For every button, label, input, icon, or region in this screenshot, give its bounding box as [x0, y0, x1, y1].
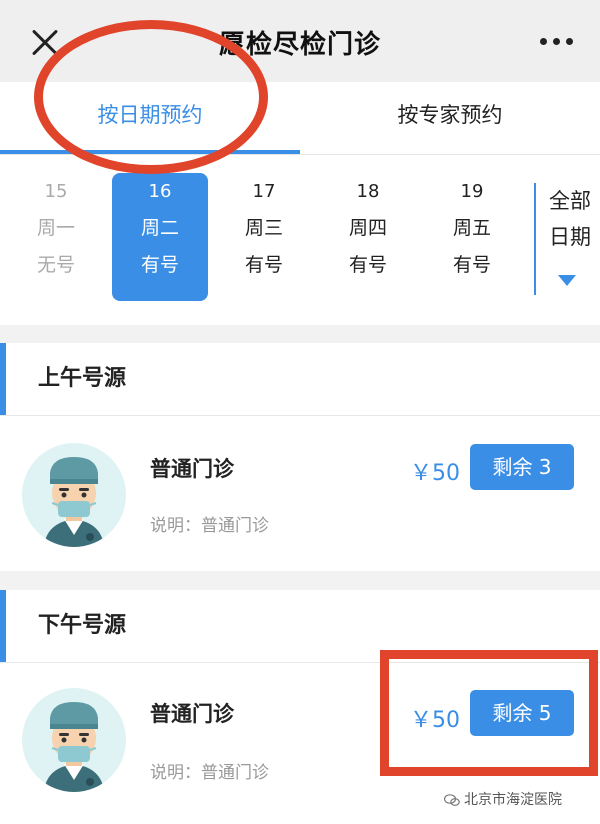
more-dot	[566, 38, 573, 45]
date-day: 16	[148, 181, 172, 202]
date-availability: 有号	[348, 254, 387, 276]
tab-by-expert[interactable]: 按专家预约	[300, 82, 600, 154]
date-availability: 有号	[140, 254, 179, 276]
clinic-note: 说明：普通门诊	[150, 516, 269, 536]
more-dot	[540, 38, 547, 45]
clinic-name: 普通门诊	[150, 702, 234, 726]
date-availability: 有号	[452, 254, 491, 276]
section-accent-bar	[0, 343, 6, 415]
annotation-rectangle	[380, 650, 598, 776]
date-weekday: 周一	[36, 217, 75, 239]
date-day: 18	[356, 181, 380, 202]
section-accent-bar	[0, 590, 6, 662]
section-title: 上午号源	[38, 366, 127, 391]
date-day: 19	[460, 181, 484, 202]
date-weekday: 周五	[452, 217, 491, 239]
watermark-text: 北京市海淀医院	[464, 792, 562, 808]
doctor-avatar	[22, 688, 126, 792]
date-item-16[interactable]: 16 周二 有号	[112, 173, 208, 301]
section-header: 上午号源	[0, 343, 600, 416]
date-weekday: 周二	[140, 217, 179, 239]
date-day: 15	[44, 181, 68, 202]
all-dates-label-2: 日期	[549, 225, 591, 249]
clinic-name: 普通门诊	[150, 457, 234, 481]
watermark: 北京市海淀医院	[444, 788, 562, 812]
section-title: 下午号源	[38, 613, 127, 638]
price: ￥50	[410, 461, 460, 486]
more-dot	[553, 38, 560, 45]
date-weekday: 周三	[244, 217, 283, 239]
date-day: 17	[252, 181, 276, 202]
date-item-17[interactable]: 17 周三 有号	[216, 173, 312, 301]
date-selector: 15 周一 无号 16 周二 有号 17 周三 有号 18 周四 有号 19 周…	[0, 155, 600, 325]
date-item-15[interactable]: 15 周一 无号	[8, 173, 104, 301]
date-weekday: 周四	[348, 217, 387, 239]
all-dates-button[interactable]: 全部 日期	[534, 183, 600, 295]
caret-down-icon	[558, 275, 576, 286]
annotation-circle	[34, 20, 268, 174]
wechat-icon	[444, 794, 460, 806]
date-availability: 有号	[244, 254, 283, 276]
morning-section: 上午号源 普通门诊 说明：普通门诊 ￥50 剩余 3	[0, 343, 600, 571]
date-item-19[interactable]: 19 周五 有号	[424, 173, 520, 301]
remaining-slots-button[interactable]: 剩余 3	[470, 444, 574, 490]
clinic-note: 说明：普通门诊	[150, 763, 269, 783]
doctor-avatar	[22, 443, 126, 547]
all-dates-label-1: 全部	[549, 189, 591, 213]
date-availability: 无号	[36, 254, 75, 276]
more-icon[interactable]	[540, 38, 574, 46]
date-item-18[interactable]: 18 周四 有号	[320, 173, 416, 301]
